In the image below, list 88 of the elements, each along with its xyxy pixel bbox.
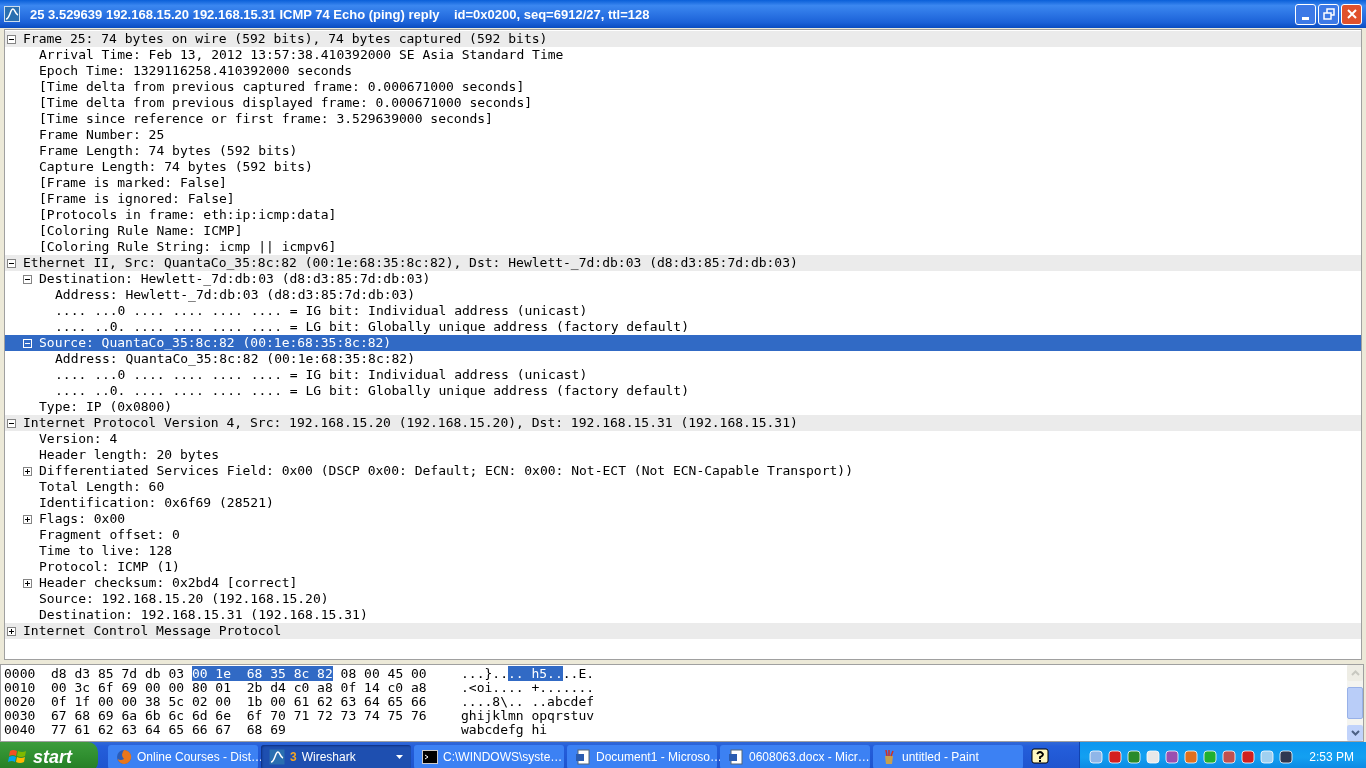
tree-row[interactable]: Fragment offset: 0 — [5, 527, 1361, 543]
tree-row[interactable]: .... ..0. .... .... .... .... = LG bit: Globally unique address (factory default) — [5, 319, 1361, 335]
taskbar-button[interactable]: 0608063.docx - Micr… — [720, 745, 870, 768]
tree-row[interactable]: Header length: 20 bytes — [5, 447, 1361, 463]
taskbar-button[interactable]: C:\WINDOWS\syste… — [414, 745, 564, 768]
tree-row[interactable]: Identification: 0x6f69 (28521) — [5, 495, 1361, 511]
tree-row[interactable]: Frame 25: 74 bytes on wire (592 bits), 74 bytes captured (592 bits) — [5, 31, 1361, 47]
ascii-text: wabcdefg hi — [461, 722, 548, 737]
tree-row[interactable]: Source: 192.168.15.20 (192.168.15.20) — [5, 591, 1361, 607]
app-icon — [4, 6, 20, 22]
restore-button[interactable] — [1318, 3, 1339, 25]
ascii-text: .<oi.... +....... — [461, 680, 595, 695]
tree-row[interactable]: Frame Length: 74 bytes (592 bits) — [5, 143, 1361, 159]
tree-row[interactable]: .... ...0 .... .... .... .... = IG bit: Individual address (unicast) — [5, 367, 1361, 383]
minimize-button[interactable] — [1295, 3, 1316, 25]
restore-icon — [1322, 8, 1335, 20]
tree-row[interactable]: Source: QuantaCo_35:8c:82 (00:1e:68:35:8c:82) — [5, 335, 1361, 351]
tree-row[interactable]: Frame Number: 25 — [5, 127, 1361, 143]
hex-bytes: 77 61 62 63 64 65 66 67 68 69 — [51, 722, 286, 737]
hex-bytes: 0f 1f 00 00 38 5c 02 00 1b 00 61 62 63 64 65 66 — [51, 694, 427, 709]
ascii-text: ....8\.. ..abcdef — [461, 694, 595, 709]
taskbar-button[interactable]: untitled - Paint — [873, 745, 1023, 768]
tree-row[interactable]: Internet Control Message Protocol — [5, 623, 1361, 639]
clock: 2:53 PM — [1309, 750, 1354, 764]
hex-bytes: 00 3c 6f 69 00 00 80 01 2b d4 c0 a8 0f 14 c0 a8 — [51, 680, 427, 695]
close-button[interactable] — [1341, 3, 1362, 25]
caret-icon — [396, 755, 403, 759]
hex-offset: 0000 — [4, 667, 37, 681]
browser-icon — [116, 749, 132, 765]
tree-row[interactable]: Address: Hewlett-_7d:db:03 (d8:d3:85:7d:db:03) — [5, 287, 1361, 303]
tree-row[interactable]: Header checksum: 0x2bd4 [correct] — [5, 575, 1361, 591]
tree-row[interactable]: Ethernet II, Src: QuantaCo_35:8c:82 (00:1e:68:35:8c:82), Dst: Hewlett-_7d:db:03 (d8:d3:85:7d:db:03) — [5, 255, 1361, 271]
ascii-text: .. h5.. — [507, 666, 563, 681]
chevron-down-icon — [1350, 730, 1360, 736]
ascii-text: ghijklmn opqrstuv — [461, 708, 595, 723]
collapse-icon[interactable] — [7, 418, 16, 428]
tree-row[interactable]: Differentiated Services Field: 0x00 (DSCP 0x00: Default; ECN: 0x00: Not-ECT (Not ECN-Capable Transport)) — [5, 463, 1361, 479]
tree-row[interactable]: Destination: 192.168.15.31 (192.168.15.31) — [5, 607, 1361, 623]
tree-row[interactable]: Total Length: 60 — [5, 479, 1361, 495]
help-icon[interactable] — [1031, 748, 1049, 766]
hex-bytes: 00 1e 68 35 8c 82 — [191, 666, 333, 681]
chevron-up-icon — [1350, 670, 1360, 676]
expand-icon[interactable] — [23, 578, 32, 588]
terminal-icon — [422, 749, 438, 765]
hex-offset: 0040 — [4, 723, 37, 737]
hex-offset: 0010 — [4, 681, 37, 695]
window-title: 25 3.529639 192.168.15.20 192.168.15.31 ICMP 74 Echo (ping) reply id=0x0200, seq=6912/27, ttl=128 — [30, 6, 651, 22]
scrollbar[interactable] — [1347, 665, 1363, 741]
minimize-icon — [1302, 16, 1309, 20]
tree-row[interactable]: [Time delta from previous displayed frame: 0.000671000 seconds] — [5, 95, 1361, 111]
app-icon — [269, 749, 285, 765]
tree-row[interactable]: [Coloring Rule String: icmp || icmpv6] — [5, 239, 1361, 255]
tree-row[interactable]: Time to live: 128 — [5, 543, 1361, 559]
tree-row[interactable]: Address: QuantaCo_35:8c:82 (00:1e:68:35:8c:82) — [5, 351, 1361, 367]
tree-row[interactable]: Capture Length: 74 bytes (592 bits) — [5, 159, 1361, 175]
tree-row[interactable]: [Frame is marked: False] — [5, 175, 1361, 191]
tree-row[interactable]: Arrival Time: Feb 13, 2012 13:57:38.410392000 SE Asia Standard Time — [5, 47, 1361, 63]
tree-row[interactable]: Flags: 0x00 — [5, 511, 1361, 527]
tree-row[interactable]: Type: IP (0x0800) — [5, 399, 1361, 415]
hex-offset: 0020 — [4, 695, 37, 709]
tree-row[interactable]: [Frame is ignored: False] — [5, 191, 1361, 207]
tree-row[interactable]: Internet Protocol Version 4, Src: 192.168.15.20 (192.168.15.20), Dst: 192.168.15.31 (192.168.15.31) — [5, 415, 1361, 431]
start-button[interactable]: start — [0, 742, 98, 768]
taskbar-button[interactable]: 3 Wireshark — [261, 745, 411, 768]
tree-row[interactable]: .... ..0. .... .... .... .... = LG bit: Globally unique address (factory default) — [5, 383, 1361, 399]
ascii-text: ...}.. — [461, 666, 508, 681]
tree-row[interactable]: [Protocols in frame: eth:ip:icmp:data] — [5, 207, 1361, 223]
ascii-text: ..E. — [562, 666, 595, 681]
hex-offset: 0030 — [4, 709, 37, 723]
windows-logo-icon — [8, 748, 28, 766]
hex-bytes: 67 68 69 6a 6b 6c 6d 6e 6f 70 71 72 73 74 75 76 — [51, 708, 427, 723]
expand-icon[interactable] — [7, 626, 16, 636]
tree-row[interactable]: Version: 4 — [5, 431, 1361, 447]
tree-row[interactable]: [Time since reference or first frame: 3.529639000 seconds] — [5, 111, 1361, 127]
tree-row[interactable]: Epoch Time: 1329116258.410392000 seconds — [5, 63, 1361, 79]
close-icon — [1345, 8, 1358, 20]
tree-row[interactable]: Protocol: ICMP (1) — [5, 559, 1361, 575]
collapse-icon[interactable] — [7, 258, 16, 268]
tree-row[interactable]: [Time delta from previous captured frame: 0.000671000 seconds] — [5, 79, 1361, 95]
hex-bytes: 08 00 45 00 — [339, 666, 427, 681]
tree-row[interactable]: Destination: Hewlett-_7d:db:03 (d8:d3:85:7d:db:03) — [5, 271, 1361, 287]
hex-bytes: d8 d3 85 7d db 03 — [51, 666, 186, 681]
expand-icon[interactable] — [23, 466, 32, 476]
tree-row[interactable]: [Coloring Rule Name: ICMP] — [5, 223, 1361, 239]
collapse-icon[interactable] — [23, 274, 32, 284]
collapse-icon[interactable] — [7, 34, 16, 44]
tree-row[interactable]: .... ...0 .... .... .... .... = IG bit: Individual address (unicast) — [5, 303, 1361, 319]
expand-icon[interactable] — [23, 514, 32, 524]
